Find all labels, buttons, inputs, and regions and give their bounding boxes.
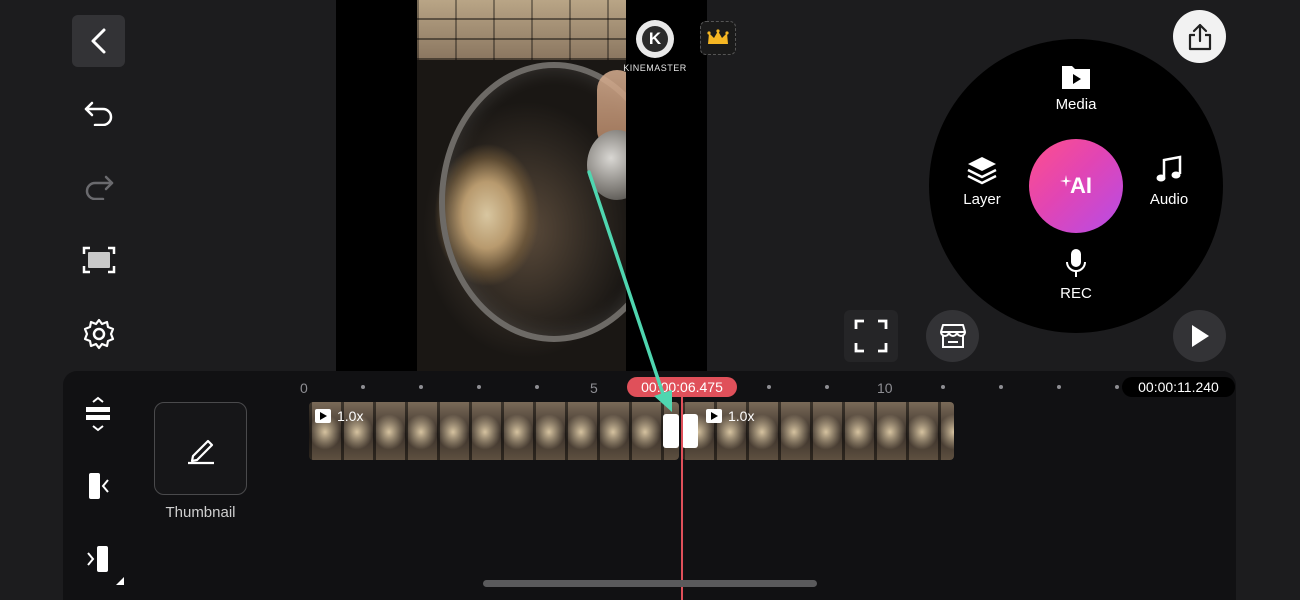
video-frame — [417, 0, 626, 371]
transition-bar — [682, 414, 698, 448]
thumbnail-label: Thumbnail — [165, 504, 236, 521]
share-icon — [1188, 23, 1211, 50]
track-height-button[interactable] — [78, 394, 118, 434]
total-duration: 00:00:11.240 — [1122, 377, 1235, 397]
brick-wall-background — [417, 0, 626, 60]
ruler-tick — [419, 385, 423, 389]
back-button[interactable] — [72, 15, 125, 67]
ruler-label: 10 — [877, 380, 893, 396]
current-time: 00:00:06.475 — [627, 377, 737, 397]
ruler-label: 5 — [590, 380, 598, 396]
media-label: Media — [1055, 96, 1097, 113]
logo-letter: K — [642, 26, 668, 52]
layer-label: Layer — [963, 191, 1001, 208]
expand-tracks-icon — [86, 396, 110, 432]
ruler-tick — [535, 385, 539, 389]
audio-label: Audio — [1149, 191, 1189, 208]
kinemaster-logo: K — [636, 20, 674, 58]
trim-end-button[interactable] — [78, 539, 118, 579]
ai-label: AI — [1070, 173, 1092, 198]
clip-speed: 1.0x — [728, 408, 755, 424]
aspect-ratio-icon — [82, 246, 115, 274]
aspect-ratio-button[interactable] — [72, 234, 125, 286]
microphone-icon — [1066, 249, 1086, 277]
corner-indicator — [116, 577, 124, 585]
media-folder-icon — [1062, 66, 1090, 89]
layer-button[interactable]: Layer — [937, 155, 1027, 208]
playhead[interactable] — [681, 396, 683, 600]
play-badge-icon — [315, 409, 331, 423]
play-badge-icon — [706, 409, 722, 423]
clip-badge: 1.0x — [706, 408, 754, 424]
fullscreen-icon — [854, 319, 888, 353]
premium-crown-button[interactable] — [700, 21, 736, 55]
media-button[interactable]: Media — [1031, 62, 1121, 113]
audio-button[interactable]: Audio — [1124, 155, 1214, 208]
undo-button[interactable] — [72, 86, 125, 138]
fullscreen-button[interactable] — [844, 310, 898, 362]
ruler-tick — [941, 385, 945, 389]
home-indicator — [483, 580, 817, 587]
ruler-tick — [361, 385, 365, 389]
layers-icon — [967, 157, 997, 185]
redo-button[interactable] — [72, 160, 125, 212]
trim-end-icon — [87, 546, 108, 572]
rec-label: REC — [1060, 285, 1092, 302]
music-note-icon — [1156, 155, 1182, 182]
ruler-tick — [767, 385, 771, 389]
undo-icon — [84, 101, 112, 126]
rec-button[interactable]: REC — [1031, 247, 1121, 302]
brand-label: KINEMASTER — [623, 63, 687, 73]
trim-start-button[interactable] — [78, 466, 118, 506]
gear-icon — [83, 318, 114, 350]
crown-icon — [707, 29, 729, 44]
ruler-tick — [477, 385, 481, 389]
editor-screen: K KINEMASTER Media Layer Audio REC AI Th… — [0, 0, 1300, 600]
video-clip[interactable]: 1.0x — [682, 402, 954, 460]
chevron-left-icon — [91, 28, 105, 54]
ruler-label: 0 — [300, 380, 308, 396]
export-button[interactable] — [1173, 10, 1226, 63]
settings-button[interactable] — [72, 308, 125, 360]
asset-store-button[interactable] — [926, 310, 979, 362]
video-clip[interactable]: 1.0x — [309, 402, 679, 460]
store-icon — [939, 324, 966, 348]
trim-start-icon — [89, 473, 109, 499]
pencil-icon — [187, 439, 214, 464]
clip-badge: 1.0x — [315, 408, 363, 424]
play-button[interactable] — [1173, 310, 1226, 362]
transition-bar — [663, 414, 679, 448]
thumbnail-button[interactable] — [154, 402, 247, 495]
redo-icon — [85, 175, 113, 200]
ai-button[interactable]: AI — [1029, 139, 1123, 233]
ruler-tick — [825, 385, 829, 389]
ruler-tick — [999, 385, 1003, 389]
play-icon — [1191, 325, 1209, 347]
ruler-tick — [1115, 385, 1119, 389]
clip-speed: 1.0x — [337, 408, 364, 424]
ruler-tick — [1057, 385, 1061, 389]
